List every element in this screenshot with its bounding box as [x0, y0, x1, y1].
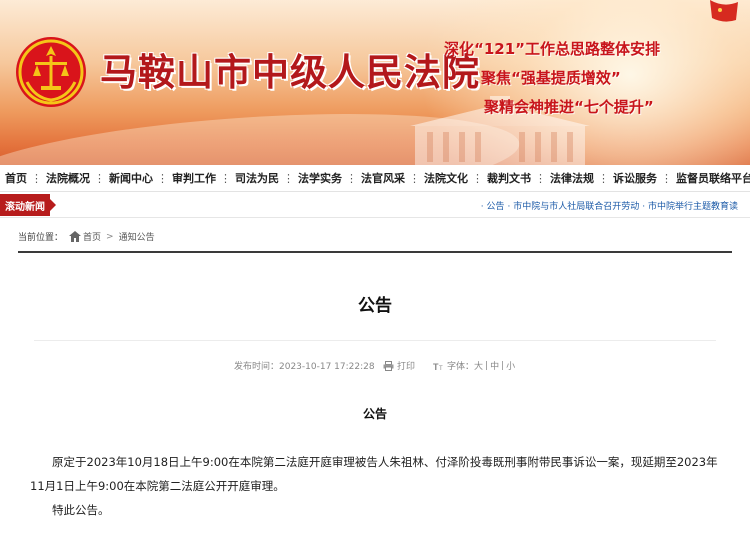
header-banner: 马鞍山市中级人民法院 深化“121”工作总思路整体安排 聚焦“强基提质增效” 聚… — [0, 0, 750, 165]
breadcrumb-divider — [18, 251, 732, 253]
printer-icon — [383, 360, 394, 371]
font-size-small[interactable]: 小 — [506, 359, 515, 372]
nav-item-culture[interactable]: 法院文化 — [424, 170, 468, 186]
svg-text:T: T — [439, 366, 443, 371]
font-size-separator: | — [485, 360, 489, 371]
nav-item-news[interactable]: 新闻中心 — [109, 170, 153, 186]
breadcrumb-current-link[interactable]: 通知公告 — [119, 230, 155, 243]
breadcrumb-arrow: > — [106, 231, 114, 242]
font-size-separator: | — [501, 360, 505, 371]
font-size-controls: T T 字体： 大 | 中 | 小 — [433, 359, 515, 373]
document-heading: 公告 — [362, 407, 387, 421]
breadcrumb-label: 当前位置： — [18, 233, 64, 243]
scroll-news-item[interactable]: · 市中院举行主题教育读 — [642, 199, 738, 212]
nav-item-documents[interactable]: 裁判文书 — [487, 170, 531, 186]
nav-item-home[interactable]: 首页 — [5, 170, 27, 186]
meta-divider — [34, 340, 716, 341]
article-paragraph: 原定于2023年10月18日上午9:00在本院第二法庭开庭审理被告人朱祖林、付泽… — [30, 455, 718, 493]
main-nav: 首页 ⋮ 法院概况 ⋮ 新闻中心 ⋮ 审判工作 ⋮ 司法为民 ⋮ 法学实务 ⋮ 法官风采 ⋮ … — [0, 165, 750, 192]
nav-item-litigation[interactable]: 诉讼服务 — [613, 170, 657, 186]
article-paragraph: 特此公告。 — [52, 503, 110, 517]
font-size-icon: T T — [433, 362, 443, 371]
scroll-news-item[interactable]: · 公告 — [481, 199, 505, 212]
font-size-label: 字体： — [447, 362, 475, 372]
court-name-title: 马鞍山市中级人民法院 — [100, 51, 480, 94]
scroll-news-ticker: · 公告 · 市中院与市人社局联合召开劳动 · 市中院举行主题教育读 — [481, 199, 738, 212]
print-button[interactable]: 打印 — [383, 359, 415, 372]
scroll-news-bar: 滚动新闻 · 公告 · 市中院与市人社局联合召开劳动 · 市中院举行主题教育读 — [0, 192, 750, 218]
nav-item-supervisor[interactable]: 监督员联络平台 — [676, 170, 750, 186]
flag-icon — [710, 0, 738, 22]
nav-item-trial[interactable]: 审判工作 — [172, 170, 216, 186]
nav-item-overview[interactable]: 法院概况 — [46, 170, 90, 186]
nav-item-laws[interactable]: 法律法规 — [550, 170, 594, 186]
print-label: 打印 — [397, 362, 416, 372]
article-title: 公告 — [358, 296, 392, 316]
article-meta: 发布时间：2023-10-17 17:22:28 打印 T T 字体： 大 | … — [0, 359, 750, 373]
nav-item-justice[interactable]: 司法为民 — [235, 170, 279, 186]
publish-time: 发布时间：2023-10-17 17:22:28 — [234, 362, 375, 372]
scroll-news-item[interactable]: · 市中院与市人社局联合召开劳动 — [508, 199, 640, 212]
slogan-line-1: 深化“121”工作总思路整体安排 — [444, 40, 661, 58]
font-size-large[interactable]: 大 — [474, 359, 483, 372]
court-emblem-icon — [16, 37, 86, 107]
breadcrumb-home-link[interactable]: 首页 — [83, 230, 101, 243]
slogan-line-3: 聚精会神推进“七个提升” — [484, 98, 654, 116]
slogan-line-2: 聚焦“强基提质增效” — [481, 69, 621, 87]
home-icon — [69, 231, 82, 242]
nav-item-law-practice[interactable]: 法学实务 — [298, 170, 342, 186]
scroll-news-label: 滚动新闻 — [0, 194, 56, 216]
nav-item-judges[interactable]: 法官风采 — [361, 170, 405, 186]
breadcrumb: 当前位置： 首页 > 通知公告 — [18, 230, 155, 243]
font-size-medium[interactable]: 中 — [490, 359, 499, 372]
